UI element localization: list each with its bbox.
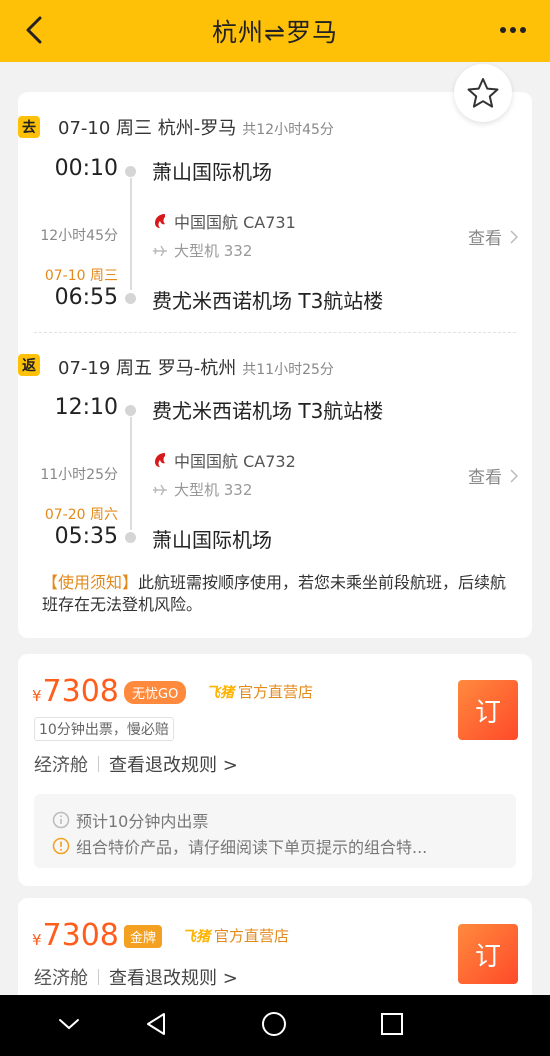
return-flight-duration: 11小时25分 [40,467,118,483]
return-view-link[interactable]: 查看 [468,463,518,488]
outbound-aircraft-type: 大型机 332 [174,242,253,260]
return-airline: 中国国航 CA732 [152,448,296,472]
outbound-airline-name: 中国国航 CA731 [174,213,296,232]
page-title: 杭州⇌罗马 [212,18,338,47]
cabin-row: 经济舱 查看退改规则 > [34,964,238,990]
outbound-view-link[interactable]: 查看 [468,224,518,249]
star-icon [467,78,499,108]
divider [98,969,99,985]
fliggy-logo: 飞猪 [182,928,210,945]
price-currency: ¥ [32,931,42,949]
store-label: 飞猪 官方直营店 [182,925,289,946]
offer-tips: 预计10分钟内出票 组合特价产品，请仔细阅读下单页提示的组合特... [34,794,516,868]
outbound-arrival-time: 06:55 [54,285,118,310]
timeline-dot [125,166,136,177]
system-navigation-bar [0,995,550,1056]
chevron-right-icon [510,468,518,483]
cabin-class: 经济舱 [34,968,88,989]
refund-rules-link[interactable]: 查看退改规则 > [109,964,238,990]
outbound-header: 07-10 周三 杭州-罗马 共12小时45分 [58,114,334,140]
outbound-view-label: 查看 [468,229,502,249]
worry-free-badge: 无忧GO [124,681,187,704]
timeline-line [130,417,132,530]
warning-info-icon [52,837,70,855]
home-circle-icon[interactable] [258,1009,290,1043]
return-airline-name: 中国国航 CA732 [174,452,296,471]
outbound-aircraft: 大型机 332 [152,240,252,261]
outbound-flight-duration: 12小时45分 [40,228,118,244]
plane-icon [153,484,167,495]
cabin-row: 经济舱 查看退改规则 > [34,751,238,777]
favorite-button[interactable] [454,64,512,122]
store-name: 官方直营店 [214,927,290,945]
outbound-departure-airport: 萧山国际机场 [152,160,272,184]
gold-badge: 金牌 [124,925,163,948]
offer-price: ¥ 7308 [32,674,119,709]
return-aircraft-type: 大型机 332 [174,481,253,499]
chevron-right-icon [510,229,518,244]
back-arrow-icon[interactable] [22,14,50,46]
more-options-icon[interactable] [498,16,528,44]
price-value: 7308 [42,674,119,709]
ticketing-note: 10分钟出票，慢必赔 [34,717,174,741]
store-name: 官方直营店 [238,683,314,701]
return-header: 07-19 周五 罗马-杭州 共11小时25分 [58,354,334,380]
offer-price: ¥ 7308 [32,918,119,953]
timeline-line [130,178,132,290]
return-arrival-airport: 萧山国际机场 [152,528,272,552]
back-triangle-icon[interactable] [142,1009,172,1043]
notice-title: 【使用须知】 [42,573,139,592]
offer-card[interactable]: ¥ 7308 无忧GO 飞猪 官方直营店 10分钟出票，慢必赔 经济舱 查看退改… [18,654,532,886]
outbound-arrival-date: 07-10 周三 [44,268,118,284]
return-departure-airport: 费尤米西诺机场 T3航站楼 [152,399,384,423]
return-departure-time: 12:10 [54,395,118,420]
tip-row: 组合特价产品，请仔细阅读下单页提示的组合特... [52,834,427,858]
divider [98,756,99,772]
itinerary-card: 去 07-10 周三 杭州-罗马 共12小时45分 00:10 萧山国际机场 12… [18,92,532,638]
return-date: 07-19 周五 罗马-杭州 [58,358,237,379]
airline-logo-icon [155,453,165,467]
timeline-dot [125,293,136,304]
outbound-tag: 去 [18,116,40,138]
return-total-duration: 共11小时25分 [242,362,334,378]
return-aircraft: 大型机 332 [152,479,252,500]
price-value: 7308 [42,918,119,953]
tip-row: 预计10分钟内出票 [52,808,208,832]
outbound-airline: 中国国航 CA731 [152,209,296,233]
plane-icon [153,245,167,256]
airline-logo-icon [155,214,165,228]
cabin-class: 经济舱 [34,755,88,776]
recent-apps-square-icon[interactable] [377,1009,407,1043]
refund-rules-link[interactable]: 查看退改规则 > [109,751,238,777]
outbound-date: 07-10 周三 杭州-罗马 [58,118,237,139]
return-tag: 返 [18,354,40,376]
book-button[interactable]: 订 [458,680,518,740]
fliggy-logo: 飞猪 [206,684,234,701]
top-bar: 杭州⇌罗马 [0,0,550,62]
outbound-departure-time: 00:10 [54,156,118,181]
tip-text: 组合特价产品，请仔细阅读下单页提示的组合特... [76,838,428,857]
price-currency: ¥ [32,687,42,705]
tip-text: 预计10分钟内出票 [76,812,209,831]
segment-divider [34,332,516,333]
usage-notice: 【使用须知】此航班需按顺序使用，若您未乘坐前段航班，后续航班存在无法登机风险。 [42,572,512,616]
outbound-arrival-airport: 费尤米西诺机场 T3航站楼 [152,289,384,313]
info-icon [52,811,70,829]
timeline-dot [125,532,136,543]
outbound-total-duration: 共12小时45分 [242,122,334,138]
return-arrival-time: 05:35 [54,524,118,549]
hide-keyboard-chevron-icon[interactable] [54,1009,84,1043]
store-label: 飞猪 官方直营店 [206,681,313,702]
return-view-label: 查看 [468,468,502,488]
return-arrival-date: 07-20 周六 [44,507,118,523]
timeline-dot [125,405,136,416]
book-button[interactable]: 订 [458,924,518,984]
